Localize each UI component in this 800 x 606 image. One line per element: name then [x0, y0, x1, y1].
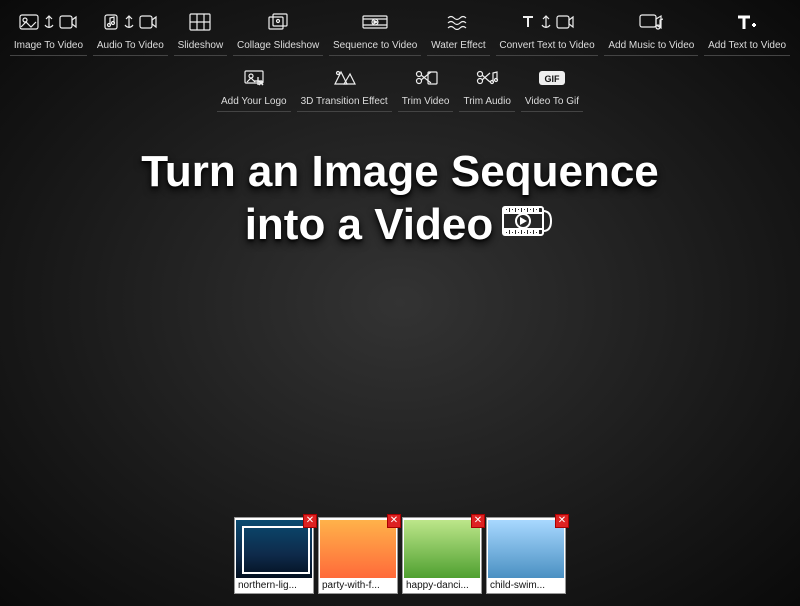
thumbnail-label: happy-danci... [403, 578, 481, 593]
remove-thumbnail-button[interactable]: ✕ [555, 514, 569, 528]
trim-video-icon [414, 66, 438, 90]
add-music-icon [639, 10, 663, 34]
tool-label: Trim Video [402, 96, 450, 107]
tool-collage-slideshow[interactable]: Collage Slideshow [233, 8, 323, 56]
thumbnail-item[interactable]: ✕ northern-lig... [234, 517, 314, 594]
toolbar-row-2: Add Your Logo 3D Transition Effect Trim … [0, 56, 800, 112]
tool-sequence-to-video[interactable]: Sequence to Video [329, 8, 421, 56]
tool-label: Sequence to Video [333, 40, 417, 51]
tool-slideshow[interactable]: Slideshow [174, 8, 227, 56]
tool-label: Add Text to Video [708, 40, 786, 51]
tool-image-to-video[interactable]: Image To Video [10, 8, 87, 56]
tool-label: Slideshow [178, 40, 224, 51]
tool-label: 3D Transition Effect [301, 96, 388, 107]
text-to-video-icon [520, 10, 574, 34]
tool-add-logo[interactable]: Add Your Logo [217, 64, 291, 112]
thumbnail-label: northern-lig... [235, 578, 313, 593]
3d-transition-icon [332, 66, 356, 90]
thumbnail-item[interactable]: ✕ party-with-f... [318, 517, 398, 594]
remove-thumbnail-button[interactable]: ✕ [387, 514, 401, 528]
hero-line1: Turn an Image Sequence [141, 147, 659, 196]
audio-to-video-icon [103, 10, 157, 34]
tool-trim-audio[interactable]: Trim Audio [459, 64, 514, 112]
thumbnail-image [488, 520, 564, 578]
tool-3d-transition[interactable]: 3D Transition Effect [297, 64, 392, 112]
add-logo-icon [243, 66, 265, 90]
tool-audio-to-video[interactable]: Audio To Video [93, 8, 168, 56]
tool-trim-video[interactable]: Trim Video [398, 64, 454, 112]
thumbnail-label: child-swim... [487, 578, 565, 593]
hero-line2: into a Video [245, 200, 494, 249]
tool-add-music[interactable]: Add Music to Video [604, 8, 698, 56]
sequence-to-video-icon [362, 10, 388, 34]
thumbnail-image [320, 520, 396, 578]
thumbnail-image [236, 520, 312, 578]
svg-text:GIF: GIF [544, 74, 560, 84]
video-to-gif-icon: GIF [538, 66, 566, 90]
tool-label: Image To Video [14, 40, 83, 51]
tool-water-effect[interactable]: Water Effect [427, 8, 489, 56]
tool-label: Water Effect [431, 40, 485, 51]
tool-text-to-video[interactable]: Convert Text to Video [496, 8, 599, 56]
tool-label: Add Music to Video [608, 40, 694, 51]
remove-thumbnail-button[interactable]: ✕ [303, 514, 317, 528]
film-reel-icon [499, 201, 555, 254]
slideshow-icon [189, 10, 211, 34]
tool-label: Collage Slideshow [237, 40, 319, 51]
toolbar-row-1: Image To Video Audio To Video Slideshow … [0, 0, 800, 56]
hero-title: Turn an Image Sequence into a Video [0, 146, 800, 254]
hero-heading: Turn an Image Sequence into a Video [141, 146, 659, 254]
tool-label: Trim Audio [463, 96, 510, 107]
tool-label: Video To Gif [525, 96, 579, 107]
tool-label: Audio To Video [97, 40, 164, 51]
add-text-icon [736, 10, 758, 34]
tool-video-to-gif[interactable]: GIF Video To Gif [521, 64, 583, 112]
image-to-video-icon [19, 10, 77, 34]
trim-audio-icon [475, 66, 499, 90]
thumbnail-strip: ✕ northern-lig... ✕ party-with-f... ✕ ha… [234, 517, 566, 594]
remove-thumbnail-button[interactable]: ✕ [471, 514, 485, 528]
tool-label: Add Your Logo [221, 96, 287, 107]
thumbnail-item[interactable]: ✕ child-swim... [486, 517, 566, 594]
thumbnail-image [404, 520, 480, 578]
tool-add-text[interactable]: Add Text to Video [704, 8, 790, 56]
thumbnail-label: party-with-f... [319, 578, 397, 593]
water-effect-icon [447, 10, 469, 34]
tool-label: Convert Text to Video [499, 40, 594, 51]
thumbnail-item[interactable]: ✕ happy-danci... [402, 517, 482, 594]
collage-slideshow-icon [266, 10, 290, 34]
